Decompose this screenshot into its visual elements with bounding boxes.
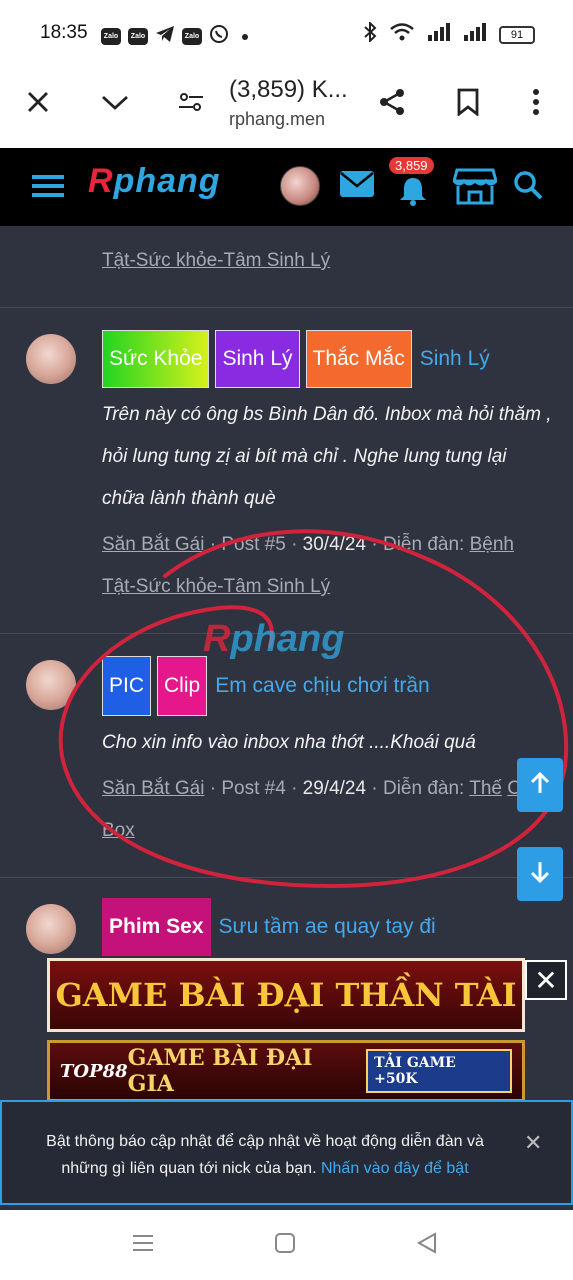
push-notification-prompt: Bật thông báo cập nhật để cập nhật về ho… [0,1100,573,1205]
site-logo[interactable]: Rphang [88,162,221,201]
minimize-button[interactable] [93,82,137,126]
tune-icon [178,91,204,118]
site-watermark: Rphang [203,618,345,660]
back-button[interactable] [412,1230,442,1260]
chevron-down-icon [100,92,130,117]
scroll-bottom-button[interactable] [517,847,563,901]
page-title: (3,859) K... [229,76,348,103]
system-nav-bar [0,1210,573,1280]
site-header: Rphang 3,859 [0,148,573,226]
share-icon [377,87,407,122]
bluetooth-icon [363,20,377,47]
store-icon [452,168,498,210]
menu-lines-icon [132,1233,154,1258]
bookmark-button[interactable] [446,82,490,126]
clock: 18:35 [40,22,88,43]
close-tab-button[interactable] [16,82,60,126]
ad-banner[interactable]: TOP88 GAME BÀI ĐẠI GIA TẢI GAME +50K [47,1040,525,1102]
arrow-up-icon [530,771,550,800]
site-settings-button[interactable] [169,82,213,126]
browser-toolbar: (3,859) K... rphang.men [0,66,573,148]
hamburger-icon [32,175,64,203]
recents-button[interactable] [128,1230,158,1260]
system-indicators: 91 [363,20,535,47]
more-vert-icon [532,88,540,121]
search-button[interactable] [513,170,543,205]
ad-close-button[interactable]: ✕ [525,960,567,1000]
ad-banner[interactable]: GAME BÀI ĐẠI THẦN TÀI [47,958,525,1032]
more-notifications-icon [242,33,248,40]
alerts-button[interactable] [398,176,428,211]
scroll-top-button[interactable] [517,758,563,812]
user-avatar[interactable] [280,166,320,206]
notification-icons: Zalo Zalo Zalo [101,24,248,49]
viber-icon [209,24,229,49]
telegram-icon [155,25,175,48]
store-button[interactable] [452,166,498,211]
search-icon [513,171,543,204]
enable-notifications-link[interactable]: Nhấn vào đây để bật [321,1160,469,1177]
home-button[interactable] [270,1230,300,1260]
wifi-icon [389,22,415,47]
close-icon [26,90,50,119]
status-bar: 18:35 Zalo Zalo Zalo 91 [0,0,573,66]
close-icon: ✕ [524,1130,543,1155]
square-icon [274,1232,296,1259]
envelope-icon [339,171,375,202]
share-button[interactable] [370,82,414,126]
more-options-button[interactable] [514,82,558,126]
menu-button[interactable] [32,173,64,204]
signal-icon [427,23,451,46]
zalo-icon: Zalo [101,28,121,45]
close-icon: ✕ [534,964,558,996]
alerts-count-badge: 3,859 [389,157,434,174]
close-prompt-button[interactable]: ✕ [524,1130,542,1156]
zalo-icon: Zalo [128,28,148,45]
inbox-button[interactable] [339,170,375,203]
battery-indicator: 91 [499,25,535,44]
zalo-icon: Zalo [182,28,202,45]
page-url: rphang.men [229,109,326,129]
signal-icon [463,23,487,46]
bell-icon [398,178,428,210]
arrow-down-icon [530,860,550,889]
bookmark-icon [457,88,479,121]
triangle-back-icon [416,1231,438,1259]
